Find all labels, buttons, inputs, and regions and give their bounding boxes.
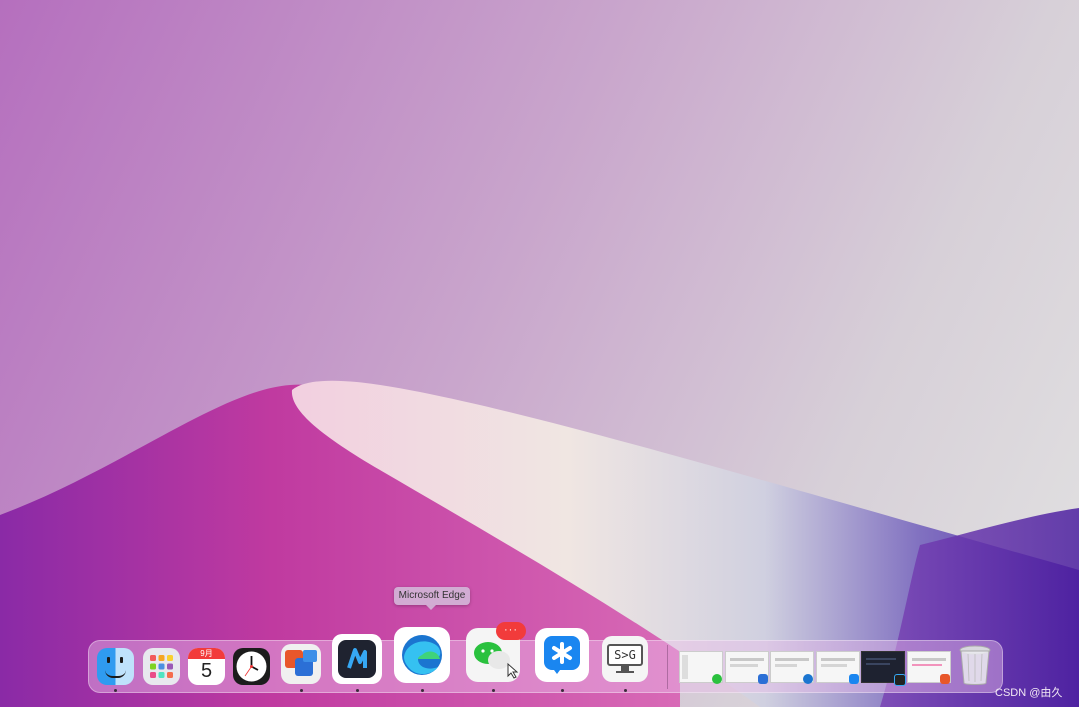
edge-icon[interactable] [394, 627, 450, 683]
edge-icon [803, 674, 813, 684]
running-indicator [421, 689, 424, 692]
wechat-icon [712, 674, 722, 684]
running-indicator [561, 689, 564, 692]
trash-icon[interactable] [958, 644, 992, 686]
calendar-day: 5 [200, 660, 213, 682]
minimized-window-wechat[interactable] [679, 651, 723, 684]
tooltip-text: Microsoft Edge [398, 590, 466, 601]
watermark: CSDN @由久 [995, 687, 1063, 699]
launchpad-icon[interactable] [143, 648, 180, 685]
dingtalk-icon[interactable] [535, 628, 589, 682]
running-indicator [114, 689, 117, 692]
office-tools-icon [940, 674, 950, 684]
dune-wallpaper [0, 380, 1079, 707]
badge-text: ··· [504, 624, 518, 636]
running-indicator [300, 689, 303, 692]
dock-tooltip: Microsoft Edge [394, 587, 470, 610]
terminal-label: S>G [607, 644, 643, 666]
office-tools-icon[interactable] [281, 644, 321, 684]
running-indicator [624, 689, 627, 692]
dark-app-icon [894, 674, 906, 686]
dingtalk-icon [849, 674, 859, 684]
dark-app-icon[interactable] [332, 634, 382, 684]
calendar-icon[interactable]: 9月 5 [188, 648, 225, 685]
minimized-window-office[interactable] [725, 651, 769, 684]
office-tools-icon [758, 674, 768, 684]
terminal-icon[interactable]: S>G [602, 636, 648, 682]
finder-icon[interactable] [97, 648, 134, 685]
minimized-window-dark-app[interactable] [861, 651, 906, 686]
minimized-window-edge[interactable] [770, 651, 814, 684]
clock-icon[interactable] [233, 648, 270, 685]
notification-badge: ··· [496, 622, 526, 640]
desktop-wallpaper: Microsoft Edge 9月 5 ··· S>G CSDN @由久 [0, 0, 1079, 707]
minimized-window-dingtalk[interactable] [816, 651, 860, 684]
dock-separator [667, 645, 668, 689]
running-indicator [492, 689, 495, 692]
running-indicator [356, 689, 359, 692]
minimized-window-office-2[interactable] [907, 651, 951, 684]
calendar-month: 9月 [188, 648, 225, 659]
